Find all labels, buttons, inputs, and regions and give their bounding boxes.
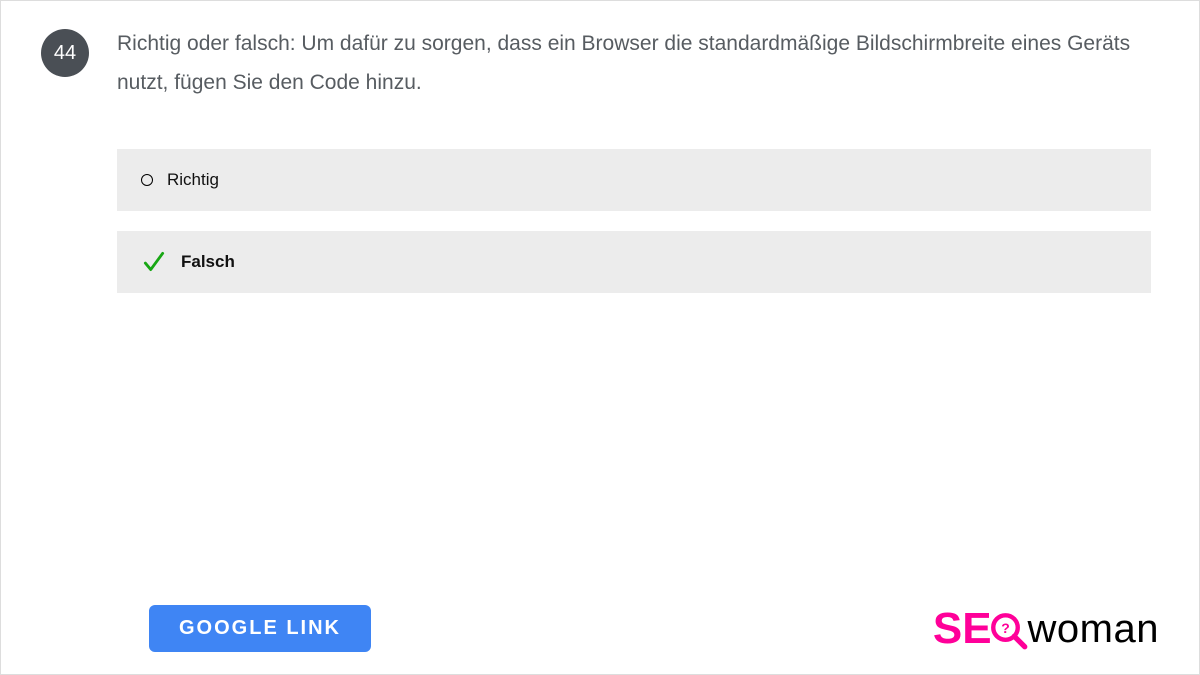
question-content: Richtig oder falsch: Um dafür zu sorgen,… (117, 25, 1159, 313)
option-row[interactable]: Richtig (117, 149, 1151, 211)
question-number-badge: 44 (41, 29, 89, 77)
option-label: Falsch (181, 252, 235, 272)
seo-woman-logo: SE ? woman (933, 607, 1159, 651)
question-container: 44 Richtig oder falsch: Um dafür zu sorg… (1, 1, 1199, 313)
radio-unchecked-icon (141, 174, 153, 186)
question-text: Richtig oder falsch: Um dafür zu sorgen,… (117, 25, 1151, 103)
check-icon (141, 249, 167, 275)
logo-text-se: SE (933, 607, 992, 651)
google-link-button[interactable]: GOOGLE LINK (149, 605, 371, 652)
option-label: Richtig (167, 170, 219, 190)
svg-text:?: ? (1001, 619, 1010, 635)
question-number: 44 (54, 42, 76, 65)
footer: GOOGLE LINK SE ? woman (1, 605, 1199, 652)
magnifier-icon: ? (988, 610, 1030, 652)
option-row[interactable]: Falsch (117, 231, 1151, 293)
logo-text-woman: woman (1028, 609, 1159, 649)
